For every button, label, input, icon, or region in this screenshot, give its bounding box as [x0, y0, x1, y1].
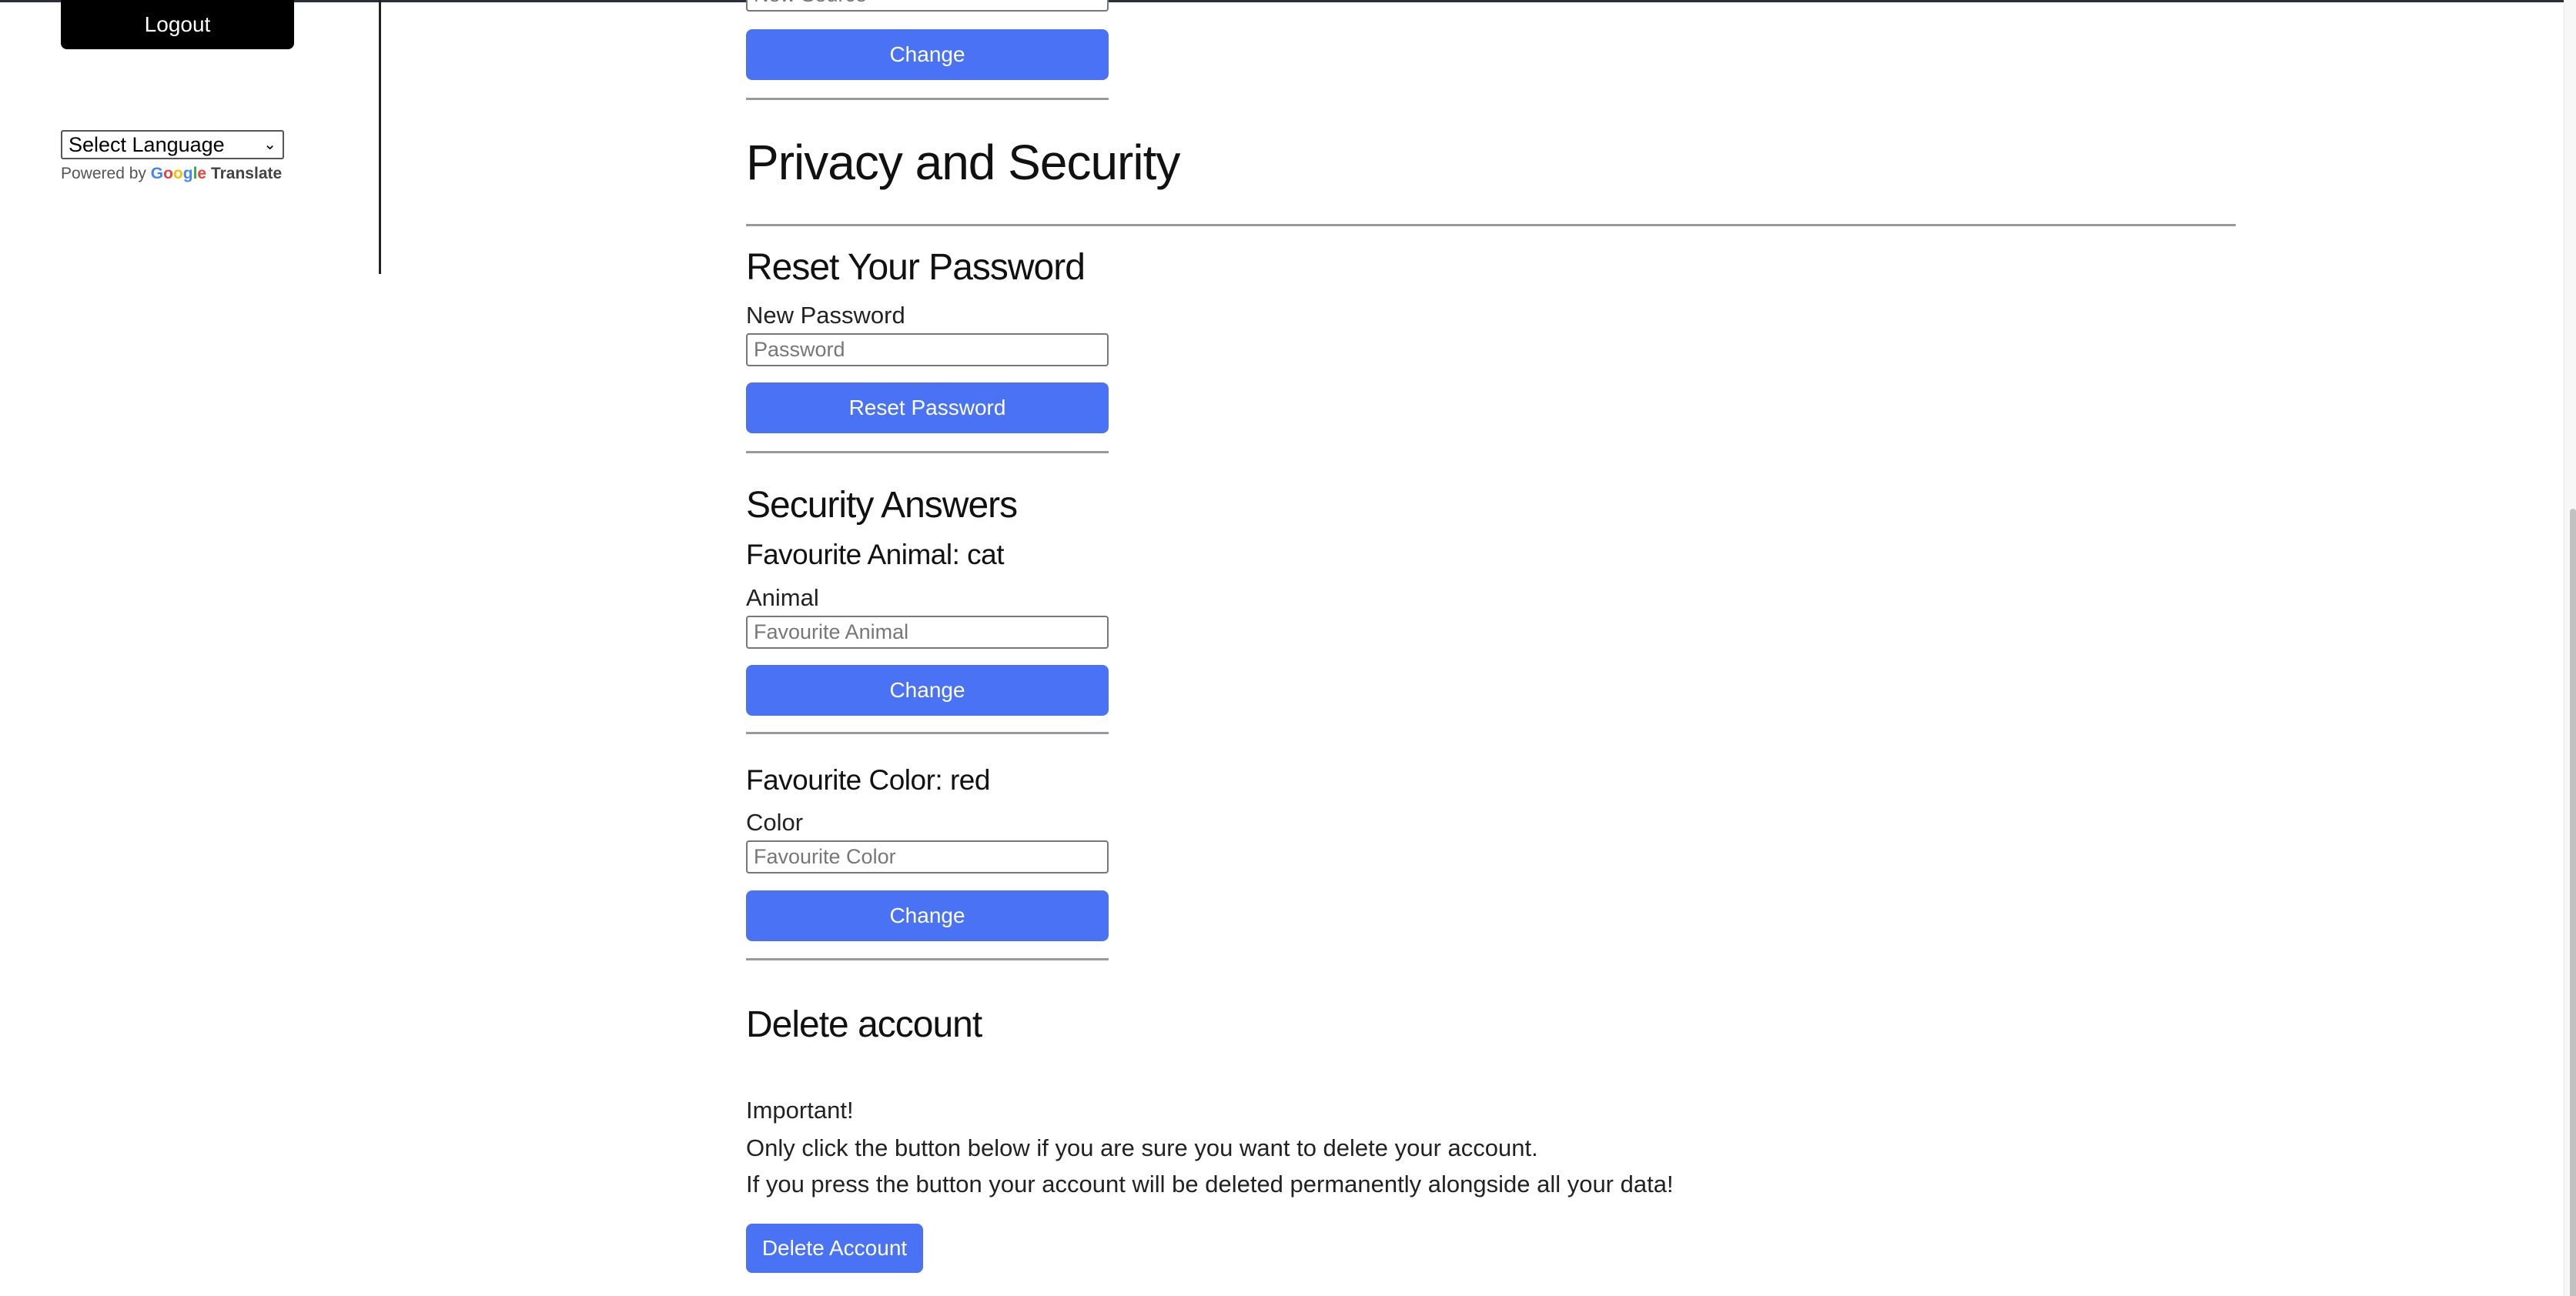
- language-select-value: Select Language: [69, 132, 225, 156]
- animal-label: Animal: [746, 584, 819, 611]
- translate-text: Translate: [210, 165, 283, 182]
- divider: [746, 732, 1109, 734]
- reset-password-heading: Reset Your Password: [746, 247, 1086, 288]
- window-top-border: [0, 0, 2576, 2]
- delete-account-button[interactable]: Delete Account: [746, 1224, 923, 1273]
- favourite-color-input[interactable]: Favourite Color: [746, 840, 1109, 873]
- google-logo[interactable]: Google: [151, 165, 206, 182]
- chevron-down-icon: ⌄: [263, 136, 276, 153]
- section-divider: [746, 224, 2236, 226]
- delete-warning-title: Important!: [746, 1097, 854, 1124]
- security-answers-heading: Security Answers: [746, 485, 1018, 526]
- password-input[interactable]: Password: [746, 333, 1109, 366]
- scrollbar-thumb[interactable]: [2570, 509, 2576, 1296]
- change-animal-button[interactable]: Change: [746, 665, 1109, 716]
- powered-by-text: Powered by: [61, 165, 146, 182]
- delete-account-heading: Delete account: [746, 1004, 982, 1045]
- page-title: Privacy and Security: [746, 135, 1180, 190]
- change-color-button[interactable]: Change: [746, 890, 1109, 941]
- favourite-animal-current: Favourite Animal: cat: [746, 539, 1004, 570]
- new-source-input[interactable]: New Source: [746, 0, 1109, 12]
- reset-password-button[interactable]: Reset Password: [746, 382, 1109, 433]
- google-translate-attribution: Powered by Google Translate: [61, 165, 282, 183]
- language-select[interactable]: Select Language ⌄: [61, 130, 284, 159]
- divider: [746, 958, 1109, 960]
- favourite-color-current: Favourite Color: red: [746, 764, 990, 796]
- new-password-label: New Password: [746, 302, 905, 329]
- color-label: Color: [746, 809, 804, 836]
- change-source-button[interactable]: Change: [746, 29, 1109, 80]
- divider: [746, 98, 1109, 100]
- divider: [746, 451, 1109, 453]
- logout-button[interactable]: Logout: [61, 0, 294, 49]
- delete-warning-line: Only click the button below if you are s…: [746, 1134, 1538, 1161]
- favourite-animal-input[interactable]: Favourite Animal: [746, 616, 1109, 649]
- delete-warning-line: If you press the button your account wil…: [746, 1171, 1674, 1197]
- sidebar-divider: [379, 0, 381, 274]
